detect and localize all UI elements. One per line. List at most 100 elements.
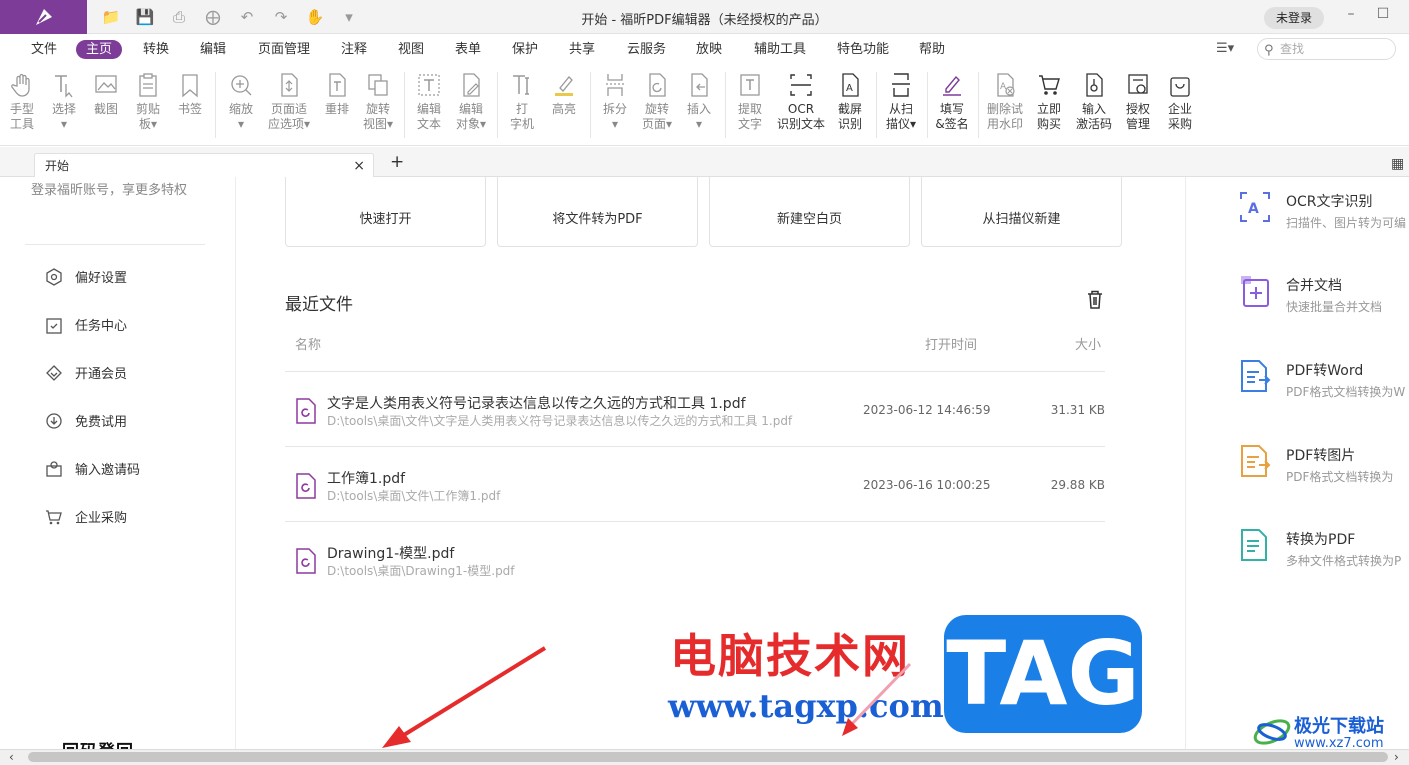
close-tab-icon[interactable]: × (353, 154, 365, 178)
reflow-button[interactable]: 重排 (316, 72, 358, 117)
menu-file[interactable]: 文件 (21, 40, 67, 59)
pdf-file-icon (296, 473, 316, 499)
menu-home[interactable]: 主页 (76, 40, 123, 59)
tool-ocr[interactable]: OCR文字识别 扫描件、图片转为可编 (1286, 191, 1409, 231)
buy-now-button[interactable]: 立即 购买 (1028, 72, 1070, 132)
remove-watermark-button[interactable]: A 删除试 用水印 (982, 72, 1028, 132)
license-icon (1128, 74, 1148, 94)
page-fit-button[interactable]: 页面适 应选项▾ (266, 72, 312, 132)
menu-convert[interactable]: 转换 (133, 40, 179, 59)
menu-edit[interactable]: 编辑 (190, 40, 236, 59)
select-button[interactable]: 选择 ▾ (43, 72, 85, 132)
left-item-preferences[interactable]: 偏好设置 (45, 267, 127, 286)
column-size[interactable]: 大小 (1075, 334, 1101, 353)
tool-pdf-to-image[interactable]: PDF转图片 PDF格式文档转换为 (1286, 445, 1409, 485)
menu-protect[interactable]: 保护 (502, 40, 548, 59)
split-button[interactable]: 拆分 ▾ (594, 72, 636, 132)
scroll-right-icon[interactable]: › (1394, 750, 1399, 764)
search-input[interactable]: ⚲ 查找 (1257, 38, 1396, 60)
screen-ocr-button[interactable]: A 截屏 识别 (829, 72, 871, 132)
horizontal-scrollbar[interactable]: ‹ › (0, 749, 1409, 765)
highlight-button[interactable]: 高亮 (543, 72, 585, 117)
screenshot-button[interactable]: 截图 (85, 72, 127, 117)
hand-tool-icon[interactable]: ✋ (304, 6, 326, 28)
svg-text:A: A (1248, 201, 1259, 217)
ocr-button[interactable]: OCR 识别文本 (775, 72, 827, 132)
menu-features[interactable]: 特色功能 (827, 40, 899, 59)
maximize-button[interactable]: ☐ (1372, 6, 1394, 22)
login-button[interactable]: 未登录 (1264, 7, 1324, 29)
undo-icon[interactable]: ↶ (236, 6, 258, 28)
fill-sign-button[interactable]: 填写 &签名 (931, 72, 973, 132)
left-item-membership[interactable]: 开通会员 (45, 363, 127, 382)
search-icon: ⚲ (1264, 43, 1274, 58)
from-scanner-button[interactable]: 从扫 描仪▾ (880, 72, 922, 132)
menu-slideshow[interactable]: 放映 (686, 40, 732, 59)
left-item-task-center[interactable]: 任务中心 (45, 315, 127, 334)
left-item-free-trial[interactable]: 免费试用 (45, 411, 127, 430)
convert-to-pdf-icon (1241, 529, 1267, 561)
edit-object-button[interactable]: 编辑 对象▾ (450, 72, 492, 132)
recent-file-row[interactable]: 文字是人类用表义符号记录表达信息以传之久远的方式和工具 1.pdf D:\too… (285, 372, 1105, 446)
recent-file-row[interactable]: 工作簿1.pdf D:\tools\桌面\文件\工作簿1.pdf 2023-06… (285, 447, 1105, 521)
extract-text-button[interactable]: 提取 文字 (729, 72, 771, 132)
bookmark-button[interactable]: 书签 (169, 72, 211, 117)
grid-view-icon[interactable]: ▦ (1391, 156, 1404, 172)
save-icon[interactable]: 💾 (134, 6, 156, 28)
scan-new-card[interactable]: 从扫描仪新建 (921, 177, 1122, 247)
menu-help[interactable]: 帮助 (909, 40, 955, 59)
enterprise-purchase-button[interactable]: 企业 采购 (1159, 72, 1201, 132)
typewriter-button[interactable]: 打字机 (501, 72, 543, 132)
zoom-icon (231, 75, 252, 96)
ribbon-toolbar: 手型 工具 选择 ▾ 截图 剪贴 板▾ 书签 缩放 ▾ 页面适 应选项▾ 重排 旋转 视图▾… (0, 64, 1409, 146)
print-icon[interactable]: ⎙ (168, 6, 190, 28)
column-name[interactable]: 名称 (295, 334, 321, 353)
ocr-text-icon: A (1240, 192, 1270, 222)
activation-code-button[interactable]: 输入 激活码 (1071, 72, 1117, 132)
menu-annotate[interactable]: 注释 (331, 40, 377, 59)
app-logo[interactable] (0, 0, 87, 34)
zoom-button[interactable]: 缩放 ▾ (220, 72, 262, 132)
convert-to-pdf-card[interactable]: 将文件转为PDF (497, 177, 698, 247)
tab-start[interactable]: 开始 × (34, 153, 374, 178)
open-folder-icon[interactable]: 📁 (100, 6, 122, 28)
scrollbar-thumb[interactable] (28, 752, 1388, 762)
tool-convert-to-pdf[interactable]: 转换为PDF 多种文件格式转换为P (1286, 529, 1409, 569)
new-doc-icon[interactable]: ⨁ (202, 6, 224, 28)
tool-pdf-to-word[interactable]: PDF转Word PDF格式文档转换为W (1286, 360, 1409, 400)
menu-view[interactable]: 视图 (388, 40, 434, 59)
redo-icon[interactable]: ↷ (270, 6, 292, 28)
file-path: D:\tools\桌面\文件\工作簿1.pdf (327, 489, 501, 503)
customize-toolbar-icon[interactable]: ▾ (338, 6, 360, 28)
menu-page-manage[interactable]: 页面管理 (248, 40, 320, 59)
pdf-file-icon (296, 548, 316, 574)
menu-accessibility[interactable]: 辅助工具 (744, 40, 816, 59)
activation-key-icon (1086, 73, 1103, 97)
rotate-view-button[interactable]: 旋转 视图▾ (357, 72, 399, 132)
menu-cloud[interactable]: 云服务 (617, 40, 676, 59)
license-manage-button[interactable]: 授权 管理 (1117, 72, 1159, 132)
recent-file-row[interactable]: Drawing1-模型.pdf D:\tools\桌面\Drawing1-模型.… (285, 522, 1105, 596)
menu-share[interactable]: 共享 (559, 40, 605, 59)
column-open-time[interactable]: 打开时间 (925, 334, 977, 353)
minimize-button[interactable]: – (1340, 6, 1362, 22)
edit-text-button[interactable]: 编辑 文本 (408, 72, 450, 132)
rotate-page-button[interactable]: 旋转 页面▾ (636, 72, 678, 132)
new-blank-page-card[interactable]: 新建空白页 (709, 177, 910, 247)
select-text-icon (55, 75, 73, 98)
hand-tool-button[interactable]: 手型 工具 (1, 72, 43, 132)
left-item-enterprise[interactable]: 企业采购 (45, 507, 127, 526)
insert-button[interactable]: 插入 ▾ (678, 72, 720, 132)
ribbon-display-icon[interactable]: ☰▾ (1216, 41, 1234, 56)
scroll-left-icon[interactable]: ‹ (9, 750, 14, 764)
quick-open-card[interactable]: 快速打开 (285, 177, 486, 247)
ribbon-separator (404, 72, 405, 138)
clipboard-button[interactable]: 剪贴 板▾ (127, 72, 169, 132)
menu-form[interactable]: 表单 (445, 40, 491, 59)
tool-merge[interactable]: 合并文档 快速批量合并文档 (1286, 275, 1409, 315)
highlighter-icon (555, 76, 573, 96)
login-tip[interactable]: 登录福昕账号，享更多特权 (31, 179, 187, 198)
left-item-invite-code[interactable]: 输入邀请码 (45, 459, 140, 478)
add-tab-button[interactable]: + (390, 152, 404, 172)
trash-icon[interactable] (1086, 290, 1104, 309)
